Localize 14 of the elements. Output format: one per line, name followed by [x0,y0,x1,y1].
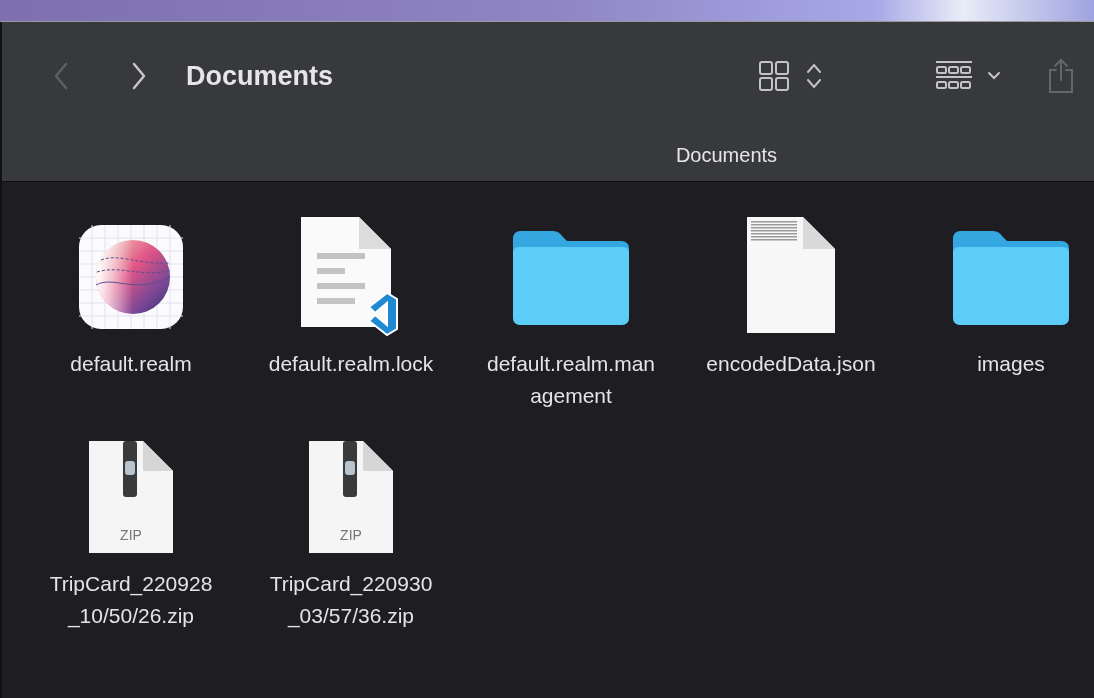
app-icon [79,225,183,329]
file-name[interactable]: images [977,348,1045,380]
file-name[interactable]: default.realm [70,348,192,380]
file-name[interactable]: default.realm.lock [268,348,434,380]
chevron-left-icon [52,60,70,92]
file-name[interactable]: default.realm.man agement [486,348,656,412]
zip-file-icon: ZIP [307,439,395,555]
file-name[interactable]: TripCard_220928 _10/50/26.zip [49,568,213,632]
zip-file-icon: ZIP [87,439,175,555]
path-bar-label: Documents [675,144,778,167]
file-name[interactable]: TripCard_220930 _03/57/36.zip [269,568,433,632]
file-name[interactable]: encodedData.json [706,348,876,380]
chevron-right-icon [130,60,148,92]
window-title: Documents [186,60,335,92]
